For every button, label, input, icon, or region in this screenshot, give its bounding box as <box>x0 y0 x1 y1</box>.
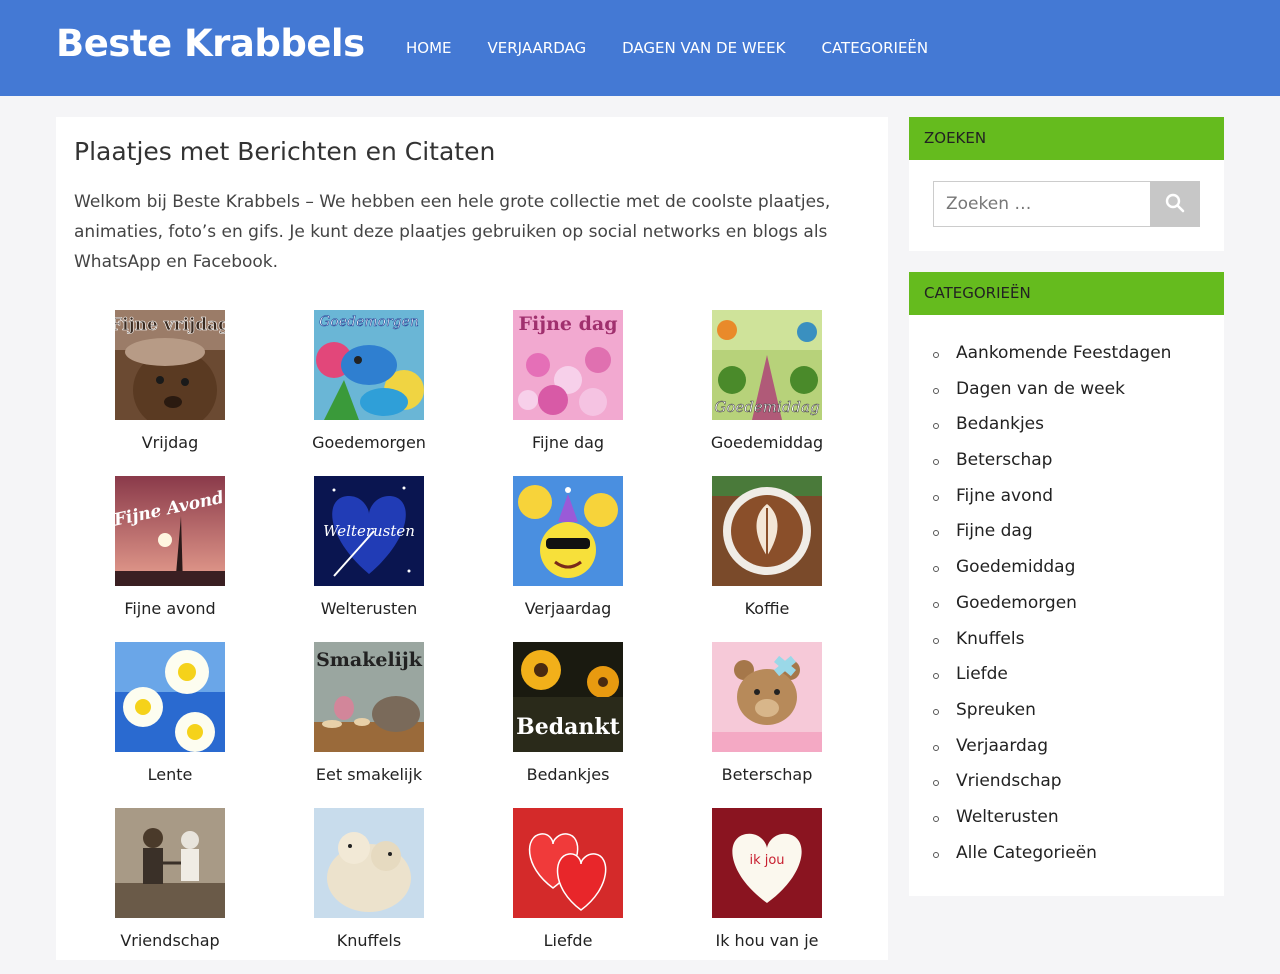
tile-caption[interactable]: Fijne avond <box>74 599 266 618</box>
tile-vriendschap[interactable]: Vriendschap <box>74 808 273 974</box>
tile-beterschap[interactable]: Beterschap <box>671 642 870 808</box>
thumb-vrijdag[interactable]: Fijne vrijdag <box>115 310 225 420</box>
thumb-goedemiddag[interactable]: Goedemiddag <box>712 310 822 420</box>
tile-caption[interactable]: Ik hou van je <box>671 931 863 950</box>
thumb-ik-hou-van-je[interactable]: ik jou <box>712 808 822 918</box>
tile-text: Welterusten <box>323 522 415 540</box>
tile-caption[interactable]: Vriendschap <box>74 931 266 950</box>
thumb-welterusten[interactable]: Welterusten <box>314 476 424 586</box>
search-input[interactable] <box>933 181 1150 227</box>
thumb-vriendschap[interactable] <box>115 808 225 918</box>
thumb-lente[interactable] <box>115 642 225 752</box>
tile-fijne-dag[interactable]: Fijne dag Fijne dag <box>472 310 671 476</box>
tile-text: ik jou <box>749 853 784 868</box>
category-item[interactable]: Alle Categorieën <box>933 838 1171 874</box>
tile-koffie[interactable]: Koffie <box>671 476 870 642</box>
tile-caption[interactable]: Goedemorgen <box>273 433 465 452</box>
site-header: Beste Krabbels HOME VERJAARDAG DAGEN VAN… <box>0 0 1280 96</box>
tile-text: Fijne dag <box>519 313 618 335</box>
site-logo[interactable]: Beste Krabbels <box>56 22 365 65</box>
tile-caption[interactable]: Lente <box>74 765 266 784</box>
tile-ik-hou-van-je[interactable]: ik jou Ik hou van je <box>671 808 870 974</box>
categories-widget-title: CATEGORIEËN <box>909 272 1224 315</box>
nav-categorieen[interactable]: CATEGORIEËN <box>803 0 946 96</box>
category-item[interactable]: Knuffels <box>933 624 1171 660</box>
main-nav: HOME VERJAARDAG DAGEN VAN DE WEEK CATEGO… <box>388 0 946 96</box>
tile-welterusten[interactable]: Welterusten Welterusten <box>273 476 472 642</box>
tile-verjaardag[interactable]: Verjaardag <box>472 476 671 642</box>
category-item[interactable]: Liefde <box>933 659 1171 695</box>
tile-vrijdag[interactable]: Fijne vrijdag Vrijdag <box>74 310 273 476</box>
category-item[interactable]: Spreuken <box>933 695 1171 731</box>
thumb-fijne-dag[interactable]: Fijne dag <box>513 310 623 420</box>
nav-dagen-van-de-week[interactable]: DAGEN VAN DE WEEK <box>604 0 803 96</box>
tile-caption[interactable]: Verjaardag <box>472 599 664 618</box>
tile-caption[interactable]: Welterusten <box>273 599 465 618</box>
tile-caption[interactable]: Goedemiddag <box>671 433 863 452</box>
tile-caption[interactable]: Eet smakelijk <box>273 765 465 784</box>
thumb-koffie[interactable] <box>712 476 822 586</box>
tile-caption[interactable]: Beterschap <box>671 765 863 784</box>
tile-caption[interactable]: Bedankjes <box>472 765 664 784</box>
category-item[interactable]: Beterschap <box>933 445 1171 481</box>
thumb-fijne-avond[interactable]: Fijne Avond <box>115 476 225 586</box>
search-form <box>933 181 1200 227</box>
tile-fijne-avond[interactable]: Fijne Avond Fijne avond <box>74 476 273 642</box>
thumb-beterschap[interactable] <box>712 642 822 752</box>
tile-eet-smakelijk[interactable]: Smakelijk Eet smakelijk <box>273 642 472 808</box>
search-icon <box>1165 193 1185 216</box>
category-item[interactable]: Dagen van de week <box>933 374 1171 410</box>
tile-text: Goedemorgen <box>319 314 419 330</box>
thumb-bedankjes[interactable]: Bedankt <box>513 642 623 752</box>
tile-caption[interactable]: Koffie <box>671 599 863 618</box>
category-list: Aankomende Feestdagen Dagen van de week … <box>933 338 1171 873</box>
nav-verjaardag[interactable]: VERJAARDAG <box>470 0 605 96</box>
category-item[interactable]: Fijne dag <box>933 516 1171 552</box>
tile-knuffels[interactable]: Knuffels <box>273 808 472 974</box>
tile-text: Fijne vrijdag <box>115 315 225 335</box>
tile-lente[interactable]: Lente <box>74 642 273 808</box>
tile-bedankjes[interactable]: Bedankt Bedankjes <box>472 642 671 808</box>
thumb-liefde[interactable] <box>513 808 623 918</box>
nav-home[interactable]: HOME <box>388 0 470 96</box>
tile-text: Bedankt <box>516 714 620 740</box>
main-content: Plaatjes met Berichten en Citaten Welkom… <box>56 117 888 960</box>
tile-text: Smakelijk <box>316 649 423 671</box>
tile-caption[interactable]: Liefde <box>472 931 664 950</box>
search-button[interactable] <box>1150 181 1200 227</box>
tile-liefde[interactable]: Liefde <box>472 808 671 974</box>
category-item[interactable]: Welterusten <box>933 802 1171 838</box>
tile-text: Goedemiddag <box>714 398 819 416</box>
thumb-eet-smakelijk[interactable]: Smakelijk <box>314 642 424 752</box>
category-item[interactable]: Vriendschap <box>933 766 1171 802</box>
category-item[interactable]: Fijne avond <box>933 481 1171 517</box>
search-widget-title: ZOEKEN <box>909 117 1224 160</box>
thumb-verjaardag[interactable] <box>513 476 623 586</box>
categories-widget: CATEGORIEËN Aankomende Feestdagen Dagen … <box>909 272 1224 896</box>
category-item[interactable]: Bedankjes <box>933 409 1171 445</box>
category-item[interactable]: Goedemiddag <box>933 552 1171 588</box>
tile-goedemorgen[interactable]: Goedemorgen Goedemorgen <box>273 310 472 476</box>
tile-caption[interactable]: Knuffels <box>273 931 465 950</box>
category-item[interactable]: Verjaardag <box>933 731 1171 767</box>
intro-text: Welkom bij Beste Krabbels – We hebben ee… <box>74 192 831 272</box>
thumb-knuffels[interactable] <box>314 808 424 918</box>
page-title: Plaatjes met Berichten en Citaten <box>74 137 496 166</box>
search-widget: ZOEKEN <box>909 117 1224 251</box>
tile-goedemiddag[interactable]: Goedemiddag Goedemiddag <box>671 310 870 476</box>
tile-caption[interactable]: Fijne dag <box>472 433 664 452</box>
thumb-goedemorgen[interactable]: Goedemorgen <box>314 310 424 420</box>
category-item[interactable]: Goedemorgen <box>933 588 1171 624</box>
category-item[interactable]: Aankomende Feestdagen <box>933 338 1171 374</box>
tile-caption[interactable]: Vrijdag <box>74 433 266 452</box>
